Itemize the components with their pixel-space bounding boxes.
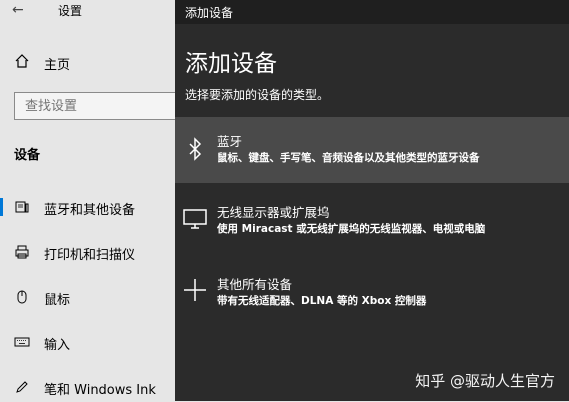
add-device-dialog: 添加设备 添加设备 选择要添加的设备的类型。 蓝牙 鼠标、键盘、手写笔、音频设备… xyxy=(175,0,569,401)
sidebar-item-label: 鼠标 xyxy=(44,293,71,308)
option-everything-else[interactable]: 其他所有设备 带有无线适配器、DLNA 等的 Xbox 控制器 xyxy=(175,262,569,328)
plus-icon xyxy=(184,279,206,301)
search-input[interactable] xyxy=(15,93,175,119)
search-box[interactable] xyxy=(14,92,178,120)
sidebar-item-mouse[interactable]: 鼠标 xyxy=(0,282,175,312)
option-title: 无线显示器或扩展坞 xyxy=(217,205,330,220)
option-description: 鼠标、键盘、手写笔、音频设备以及其他类型的蓝牙设备 xyxy=(217,152,480,164)
home-nav-item[interactable]: 主页 xyxy=(0,50,175,76)
settings-titlebar: ← 设置 xyxy=(0,0,175,22)
dialog-subtitle: 选择要添加的设备的类型。 xyxy=(185,88,330,102)
watermark: 知乎 @驱动人生官方 xyxy=(415,372,555,390)
sidebar-item-bluetooth-devices[interactable]: 蓝牙和其他设备 xyxy=(0,192,175,222)
option-description: 使用 Miracast 或无线扩展坞的无线监视器、电视或电脑 xyxy=(217,223,486,235)
sidebar-item-label: 输入 xyxy=(44,338,71,353)
sidebar-item-typing[interactable]: 输入 xyxy=(0,327,175,357)
pen-icon xyxy=(16,381,28,393)
section-title: 设备 xyxy=(14,148,41,163)
option-title: 蓝牙 xyxy=(217,134,243,149)
option-bluetooth[interactable]: 蓝牙 鼠标、键盘、手写笔、音频设备以及其他类型的蓝牙设备 xyxy=(175,117,569,183)
sidebar-item-label: 打印机和扫描仪 xyxy=(44,248,136,263)
dialog-heading: 添加设备 xyxy=(185,51,277,77)
dialog-titlebar: 添加设备 xyxy=(175,0,569,24)
selected-indicator xyxy=(0,198,3,216)
sidebar-item-printers[interactable]: 打印机和扫描仪 xyxy=(0,237,175,267)
mouse-icon xyxy=(17,290,27,304)
sidebar-item-label: 笔和 Windows Ink xyxy=(44,383,156,398)
sidebar-item-label: 蓝牙和其他设备 xyxy=(44,203,136,218)
printer-icon xyxy=(15,245,29,259)
bluetooth-devices-icon xyxy=(15,201,29,213)
option-wireless-display[interactable]: 无线显示器或扩展坞 使用 Miracast 或无线扩展坞的无线监视器、电视或电脑 xyxy=(175,190,569,256)
sidebar-item-pen[interactable]: 笔和 Windows Ink xyxy=(0,372,175,402)
option-description: 带有无线适配器、DLNA 等的 Xbox 控制器 xyxy=(217,295,427,307)
monitor-icon xyxy=(183,209,207,229)
settings-window: ← 设置 主页 设备 蓝牙和其他设备 打印机和扫描仪 xyxy=(0,0,178,402)
home-label: 主页 xyxy=(44,58,71,73)
dialog-titlebar-text: 添加设备 xyxy=(185,6,234,20)
settings-title: 设置 xyxy=(58,4,83,18)
home-icon xyxy=(15,54,29,68)
keyboard-icon xyxy=(14,337,30,347)
back-arrow-icon[interactable]: ← xyxy=(12,2,28,18)
bluetooth-icon xyxy=(189,137,202,161)
option-title: 其他所有设备 xyxy=(217,277,293,292)
